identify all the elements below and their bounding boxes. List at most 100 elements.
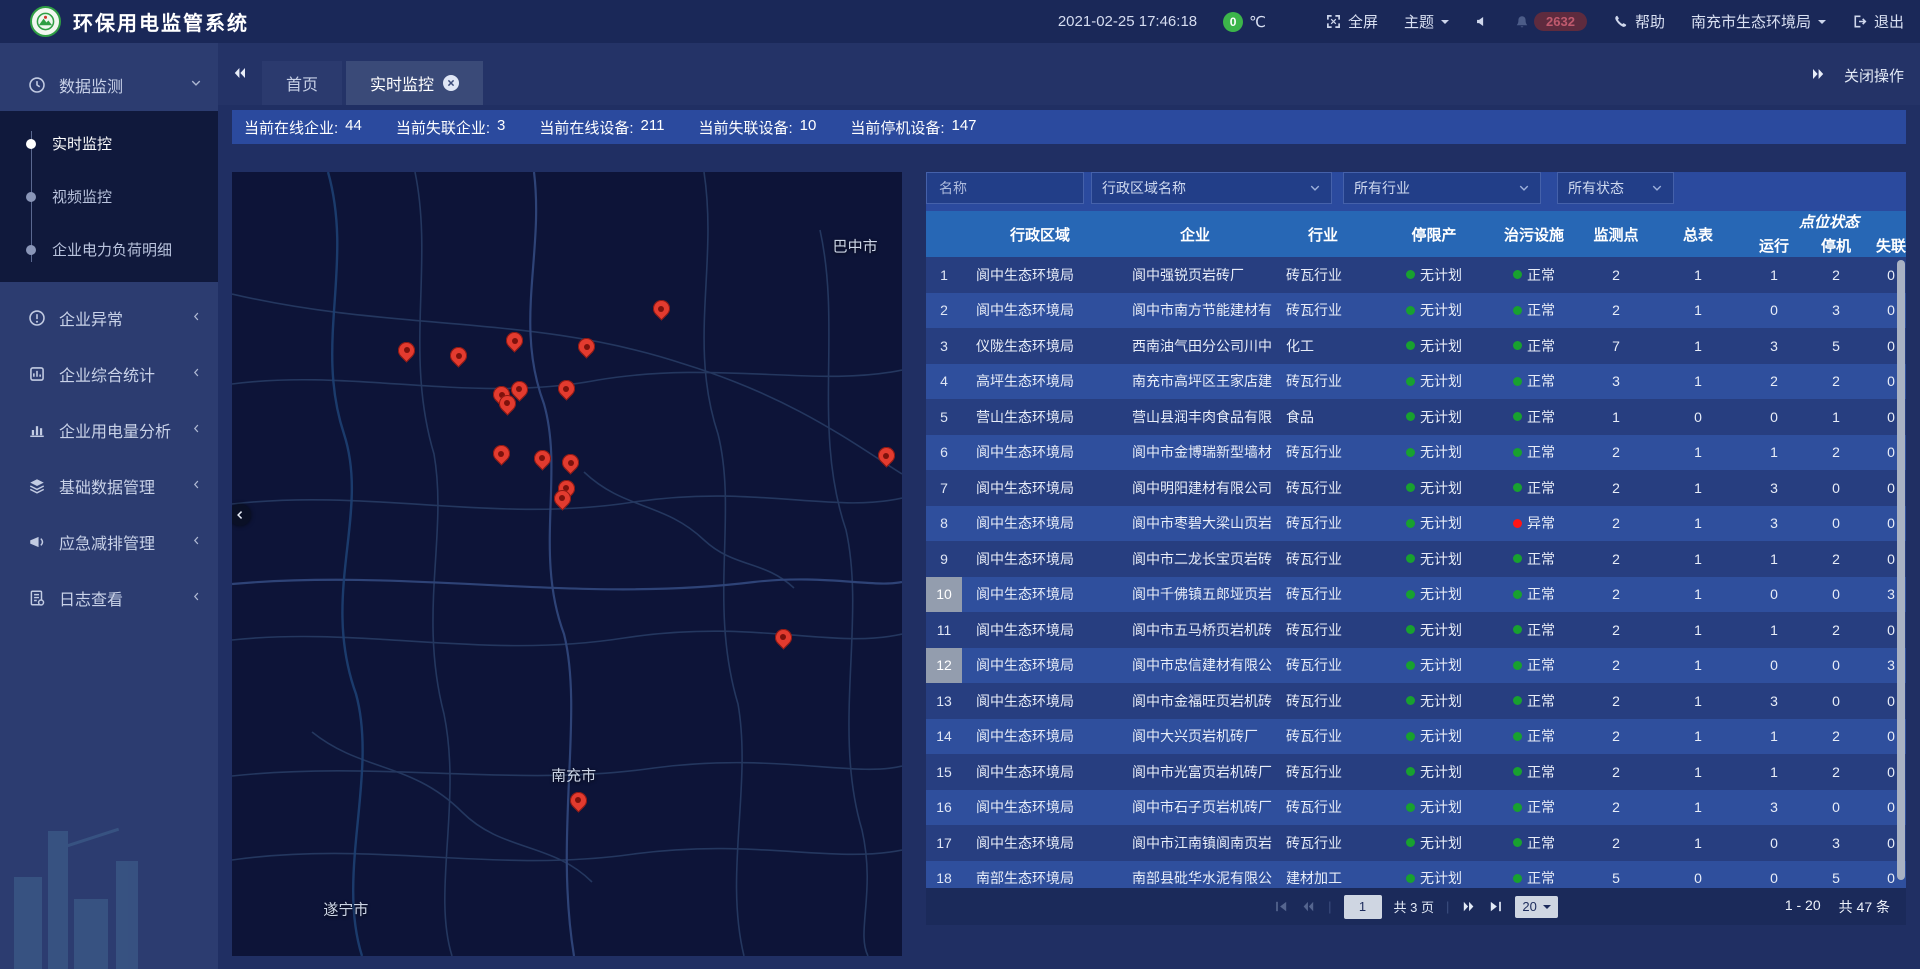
tab-home[interactable]: 首页 xyxy=(262,61,342,105)
tab-realtime-monitor[interactable]: 实时监控 xyxy=(346,61,483,105)
cell-company: 阆中市南方节能建材有 xyxy=(1118,293,1272,329)
close-operations-button[interactable]: 关闭操作 xyxy=(1844,65,1904,86)
table-row[interactable]: 7阆中生态环境局阆中明阳建材有限公司砖瓦行业无计划正常21300 xyxy=(926,470,1906,506)
cell-run: 3 xyxy=(1738,328,1810,364)
sidebar-item-company-statistics[interactable]: 企业综合统计 xyxy=(0,346,218,402)
table-row[interactable]: 5营山生态环境局营山县润丰肉食品有限食品无计划正常10010 xyxy=(926,399,1906,435)
map-pin[interactable] xyxy=(499,395,516,412)
map-pin[interactable] xyxy=(570,792,587,809)
table-row[interactable]: 14阆中生态环境局阆中大兴页岩机砖厂砖瓦行业无计划正常21120 xyxy=(926,719,1906,755)
table-row[interactable]: 2阆中生态环境局阆中市南方节能建材有砖瓦行业无计划正常21030 xyxy=(926,293,1906,329)
table-row[interactable]: 4高坪生态环境局南充市高坪区王家店建砖瓦行业无计划正常31220 xyxy=(926,364,1906,400)
map-pin[interactable] xyxy=(506,332,523,349)
cell-company: 阆中市枣碧大梁山页岩 xyxy=(1118,506,1272,542)
tab-close-icon[interactable] xyxy=(443,75,459,91)
table-scrollbar[interactable] xyxy=(1897,260,1905,880)
map-pin[interactable] xyxy=(554,490,571,507)
map-pins-layer: 巴中市南充市遂宁市 xyxy=(232,172,902,956)
tab-strip-right-group: 关闭操作 xyxy=(1810,65,1904,86)
cell-stop: 0 xyxy=(1810,470,1862,506)
cell-run: 1 xyxy=(1738,541,1810,577)
map-pin[interactable] xyxy=(398,342,415,359)
table-row[interactable]: 13阆中生态环境局阆中市金福旺页岩机砖砖瓦行业无计划正常21300 xyxy=(926,683,1906,719)
pager-prev-button[interactable] xyxy=(1301,899,1316,914)
table-row[interactable]: 15阆中生态环境局阆中市光富页岩机砖厂砖瓦行业无计划正常21120 xyxy=(926,754,1906,790)
cell-region: 阆中生态环境局 xyxy=(962,719,1118,755)
table-row[interactable]: 8阆中生态环境局阆中市枣碧大梁山页岩砖瓦行业无计划异常21300 xyxy=(926,506,1906,542)
status-dot-green xyxy=(1513,377,1522,386)
table-row[interactable]: 12阆中生态环境局阆中市忠信建材有限公砖瓦行业无计划正常21003 xyxy=(926,648,1906,684)
status-dot-green xyxy=(1513,270,1522,279)
table-row[interactable]: 10阆中生态环境局阆中千佛镇五郎垭页岩砖瓦行业无计划正常21003 xyxy=(926,577,1906,613)
tabs-scroll-left-icon xyxy=(232,65,248,81)
pager-first-button[interactable] xyxy=(1274,899,1289,914)
table-row[interactable]: 16阆中生态环境局阆中市石子页岩机砖厂砖瓦行业无计划正常21300 xyxy=(926,790,1906,826)
row-number: 4 xyxy=(926,364,962,400)
region-select[interactable]: 行政区域名称 xyxy=(1091,172,1332,204)
map-pin[interactable] xyxy=(558,380,575,397)
cell-stop: 2 xyxy=(1810,435,1862,471)
sidebar-item-power-analysis[interactable]: 企业用电量分析 xyxy=(0,402,218,458)
status-select[interactable]: 所有状态 xyxy=(1557,172,1674,204)
status-dot-green xyxy=(1406,306,1415,315)
cell-facility-status: 异常 xyxy=(1494,506,1574,542)
cell-facility-status: 正常 xyxy=(1494,257,1574,293)
map-pin[interactable] xyxy=(450,347,467,364)
table-row[interactable]: 9阆中生态环境局阆中市二龙长宝页岩砖砖瓦行业无计划正常21120 xyxy=(926,541,1906,577)
cell-region: 高坪生态环境局 xyxy=(962,364,1118,400)
sidebar-item-emergency-reduction[interactable]: 应急减排管理 xyxy=(0,514,218,570)
tabs-scroll-left-button[interactable] xyxy=(232,65,248,86)
table-row[interactable]: 1阆中生态环境局阆中强锐页岩砖厂砖瓦行业无计划正常21120 xyxy=(926,257,1906,293)
map-pin[interactable] xyxy=(493,445,510,462)
table-row[interactable]: 6阆中生态环境局阆中市金博瑞新型墙材砖瓦行业无计划正常21120 xyxy=(926,435,1906,471)
row-number: 1 xyxy=(926,257,962,293)
fullscreen-button[interactable]: 全屏 xyxy=(1326,11,1378,32)
table-row[interactable]: 17阆中生态环境局阆中市江南镇阆南页岩砖瓦行业无计划正常21030 xyxy=(926,825,1906,861)
cell-limit-status: 无计划 xyxy=(1374,612,1494,648)
map-panel[interactable]: 巴中市南充市遂宁市 xyxy=(232,172,902,956)
notifications-button[interactable]: 2632 xyxy=(1514,12,1587,31)
sidebar-item-video-monitor[interactable]: 视频监控 xyxy=(0,170,218,223)
table-panel: 行政区域名称 所有行业 所有状态 行政区域 企业 xyxy=(926,172,1906,925)
cell-stop: 3 xyxy=(1810,825,1862,861)
collapse-right-button[interactable] xyxy=(1810,66,1826,86)
map-pin[interactable] xyxy=(578,338,595,355)
map-collapse-icon xyxy=(235,510,245,520)
map-pin[interactable] xyxy=(878,447,895,464)
pager-last-button[interactable] xyxy=(1488,899,1503,914)
help-button[interactable]: 帮助 xyxy=(1613,11,1665,32)
table-row[interactable]: 3仪陇生态环境局西南油气田分公司川中化工无计划正常71350 xyxy=(926,328,1906,364)
app-header: 环保用电监管系统 2021-02-25 17:46:18 0 ℃ 全屏 主题 2… xyxy=(0,0,1920,43)
theme-dropdown[interactable]: 主题 xyxy=(1404,11,1449,32)
cell-company: 阆中千佛镇五郎垭页岩 xyxy=(1118,577,1272,613)
sidebar-item-label: 应急减排管理 xyxy=(59,530,155,554)
page-size-select[interactable]: 20 xyxy=(1515,896,1557,918)
table-row[interactable]: 11阆中生态环境局阆中市五马桥页岩机砖砖瓦行业无计划正常21120 xyxy=(926,612,1906,648)
sidebar-item-base-data[interactable]: 基础数据管理 xyxy=(0,458,218,514)
industry-select[interactable]: 所有行业 xyxy=(1343,172,1541,204)
row-number: 5 xyxy=(926,399,962,435)
pager-next-icon xyxy=(1461,899,1476,914)
marquee-toggle-button[interactable] xyxy=(1475,15,1488,28)
logout-button[interactable]: 退出 xyxy=(1852,11,1904,32)
map-pin[interactable] xyxy=(534,450,551,467)
pager-next-button[interactable] xyxy=(1461,899,1476,914)
org-dropdown[interactable]: 南充市生态环境局 xyxy=(1691,11,1826,32)
sidebar-item-power-load-detail[interactable]: 企业电力负荷明细 xyxy=(0,223,218,276)
chevron-left-icon xyxy=(191,533,202,551)
sidebar-item-log-view[interactable]: 日志查看 xyxy=(0,570,218,626)
cell-points: 2 xyxy=(1574,683,1658,719)
stats-bar: 当前在线企业:44 当前失联企业:3 当前在线设备:211 当前失联设备:10 … xyxy=(232,110,1906,144)
cell-company: 南充市高坪区王家店建 xyxy=(1118,364,1272,400)
name-search-input[interactable] xyxy=(937,179,1073,197)
sidebar-item-realtime-monitor[interactable]: 实时监控 xyxy=(0,117,218,170)
cell-facility-status: 正常 xyxy=(1494,790,1574,826)
map-pin[interactable] xyxy=(562,454,579,471)
map-pin[interactable] xyxy=(775,629,792,646)
sidebar-subitem-label: 视频监控 xyxy=(52,186,112,207)
cell-industry: 砖瓦行业 xyxy=(1272,754,1374,790)
sidebar-item-data-monitoring[interactable]: 数据监测 xyxy=(0,59,218,111)
page-number-input[interactable] xyxy=(1344,895,1382,919)
sidebar-item-company-abnormal[interactable]: 企业异常 xyxy=(0,290,218,346)
map-pin[interactable] xyxy=(653,300,670,317)
